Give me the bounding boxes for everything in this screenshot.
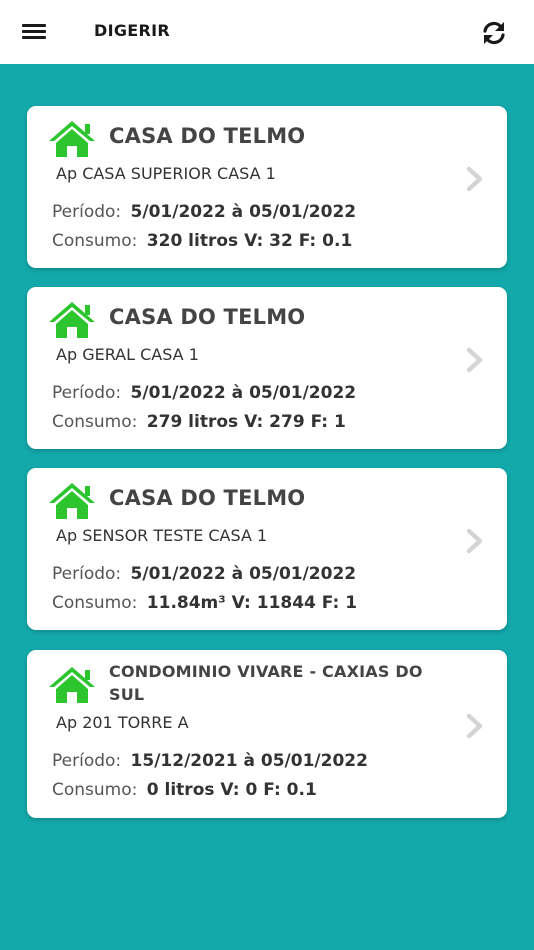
house-icon	[49, 302, 95, 338]
consumption-label: Consumo:	[52, 412, 138, 432]
property-card[interactable]: CASA DO TELMO Ap SENSOR TESTE CASA 1 Per…	[27, 468, 507, 630]
consumption-label: Consumo:	[52, 231, 138, 251]
consumption-label: Consumo:	[52, 780, 138, 800]
chevron-right-icon[interactable]	[464, 528, 486, 554]
house-icon	[49, 483, 95, 519]
consumption-value: 0 litros V: 0 F: 0.1	[146, 780, 317, 800]
period-value: 5/01/2022 à 05/01/2022	[130, 202, 357, 222]
period-value: 15/12/2021 à 05/01/2022	[130, 751, 368, 771]
house-icon	[49, 667, 95, 703]
period-row: Período: 5/01/2022 à 05/01/2022	[52, 564, 356, 584]
apartment-label: Ap 201 TORRE A	[56, 713, 189, 732]
property-name: CASA DO TELMO	[109, 124, 306, 148]
apartment-label: Ap GERAL CASA 1	[56, 345, 199, 364]
refresh-icon[interactable]	[480, 19, 508, 47]
property-card[interactable]: CONDOMINIO VIVARE - CAXIAS DO SUL Ap 201…	[27, 650, 507, 818]
apartment-label: Ap SENSOR TESTE CASA 1	[56, 526, 268, 545]
consumption-value: 279 litros V: 279 F: 1	[146, 412, 346, 432]
consumption-value: 11.84m³ V: 11844 F: 1	[146, 593, 358, 613]
period-value: 5/01/2022 à 05/01/2022	[130, 383, 357, 403]
hamburger-menu-icon[interactable]	[22, 22, 46, 40]
period-label: Período:	[52, 383, 122, 403]
period-row: Período: 5/01/2022 à 05/01/2022	[52, 383, 356, 403]
consumption-row: Consumo: 279 litros V: 279 F: 1	[52, 412, 346, 432]
period-row: Período: 15/12/2021 à 05/01/2022	[52, 751, 368, 771]
house-icon	[49, 121, 95, 157]
period-label: Período:	[52, 564, 122, 584]
period-row: Período: 5/01/2022 à 05/01/2022	[52, 202, 356, 222]
consumption-row: Consumo: 320 litros V: 32 F: 0.1	[52, 231, 352, 251]
consumption-label: Consumo:	[52, 593, 138, 613]
chevron-right-icon[interactable]	[464, 166, 486, 192]
period-value: 5/01/2022 à 05/01/2022	[130, 564, 357, 584]
property-card[interactable]: CASA DO TELMO Ap CASA SUPERIOR CASA 1 Pe…	[27, 106, 507, 268]
apartment-label: Ap CASA SUPERIOR CASA 1	[56, 164, 276, 183]
consumption-row: Consumo: 0 litros V: 0 F: 0.1	[52, 780, 317, 800]
chevron-right-icon[interactable]	[464, 347, 486, 373]
consumption-row: Consumo: 11.84m³ V: 11844 F: 1	[52, 593, 357, 613]
chevron-right-icon[interactable]	[464, 713, 486, 739]
property-name: CASA DO TELMO	[109, 305, 306, 329]
app-title: DIGERIR	[94, 21, 170, 40]
property-name: CASA DO TELMO	[109, 486, 306, 510]
property-card[interactable]: CASA DO TELMO Ap GERAL CASA 1 Período: 5…	[27, 287, 507, 449]
period-label: Período:	[52, 202, 122, 222]
consumption-value: 320 litros V: 32 F: 0.1	[146, 231, 353, 251]
period-label: Período:	[52, 751, 122, 771]
property-name: CONDOMINIO VIVARE - CAXIAS DO SUL	[109, 662, 423, 704]
app-bar: DIGERIR	[0, 0, 534, 64]
